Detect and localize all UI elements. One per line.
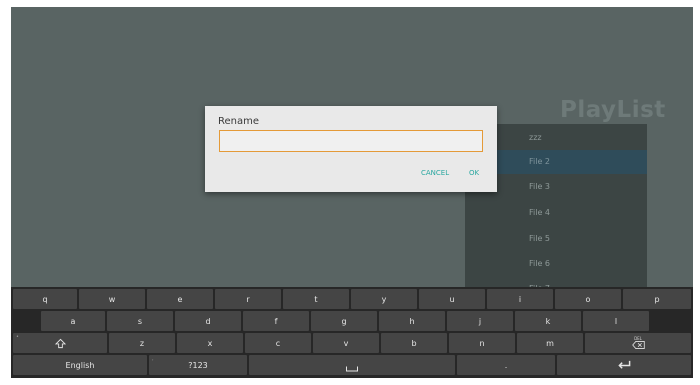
enter-arrow-icon — [617, 360, 630, 369]
key-g[interactable]: g — [311, 311, 377, 331]
key-l[interactable]: l — [583, 311, 649, 331]
dialog-title: Rename — [218, 116, 260, 127]
key-c[interactable]: c — [245, 333, 311, 353]
rename-input[interactable] — [219, 130, 483, 152]
cancel-button[interactable]: CANCEL — [421, 169, 449, 177]
key-d[interactable]: d — [175, 311, 241, 331]
backspace-icon — [631, 341, 645, 349]
space-bar-icon — [346, 366, 358, 372]
key-f[interactable]: f — [243, 311, 309, 331]
playlist-item-file-6[interactable]: File 6 — [465, 252, 647, 276]
shift-arrow-icon — [54, 338, 66, 348]
key-i[interactable]: i — [487, 289, 553, 309]
key-k[interactable]: k — [515, 311, 581, 331]
key-e[interactable]: e — [147, 289, 213, 309]
symbols-key[interactable]: , ?123 — [149, 355, 247, 375]
playlist-title: PlayList — [560, 97, 666, 123]
delete-key[interactable]: DEL — [585, 333, 691, 353]
key-r[interactable]: r — [215, 289, 281, 309]
key-a[interactable]: a — [41, 311, 105, 331]
period-key[interactable]: . — [457, 355, 555, 375]
key-u[interactable]: u — [419, 289, 485, 309]
playlist-item-file-5[interactable]: File 5 — [465, 227, 647, 251]
enter-key[interactable] — [557, 355, 691, 375]
onscreen-keyboard: q w e r t y u i o p a s d f g h j k l • … — [11, 287, 693, 378]
rename-dialog: Rename CANCEL OK — [205, 106, 497, 192]
key-o[interactable]: o — [555, 289, 621, 309]
key-w[interactable]: w — [79, 289, 145, 309]
key-hint-comma: , — [152, 356, 154, 362]
playlist-item-file-4[interactable]: File 4 — [465, 201, 647, 225]
key-p[interactable]: p — [623, 289, 691, 309]
shift-key[interactable]: • — [13, 333, 107, 353]
key-j[interactable]: j — [447, 311, 513, 331]
key-v[interactable]: v — [313, 333, 379, 353]
key-s[interactable]: s — [107, 311, 173, 331]
key-z[interactable]: z — [109, 333, 175, 353]
key-hint-dot: • — [16, 334, 19, 340]
ok-button[interactable]: OK — [469, 169, 479, 177]
key-h[interactable]: h — [379, 311, 445, 331]
symbols-key-label: ?123 — [188, 360, 208, 370]
key-n[interactable]: n — [449, 333, 515, 353]
space-key[interactable] — [249, 355, 455, 375]
key-m[interactable]: m — [517, 333, 583, 353]
delete-key-content: DEL — [631, 337, 645, 349]
key-x[interactable]: x — [177, 333, 243, 353]
key-b[interactable]: b — [381, 333, 447, 353]
key-q[interactable]: q — [13, 289, 77, 309]
screen: PlayList zzz File 2 File 3 File 4 File 5… — [11, 7, 693, 378]
key-t[interactable]: t — [283, 289, 349, 309]
key-y[interactable]: y — [351, 289, 417, 309]
language-key[interactable]: English — [13, 355, 147, 375]
